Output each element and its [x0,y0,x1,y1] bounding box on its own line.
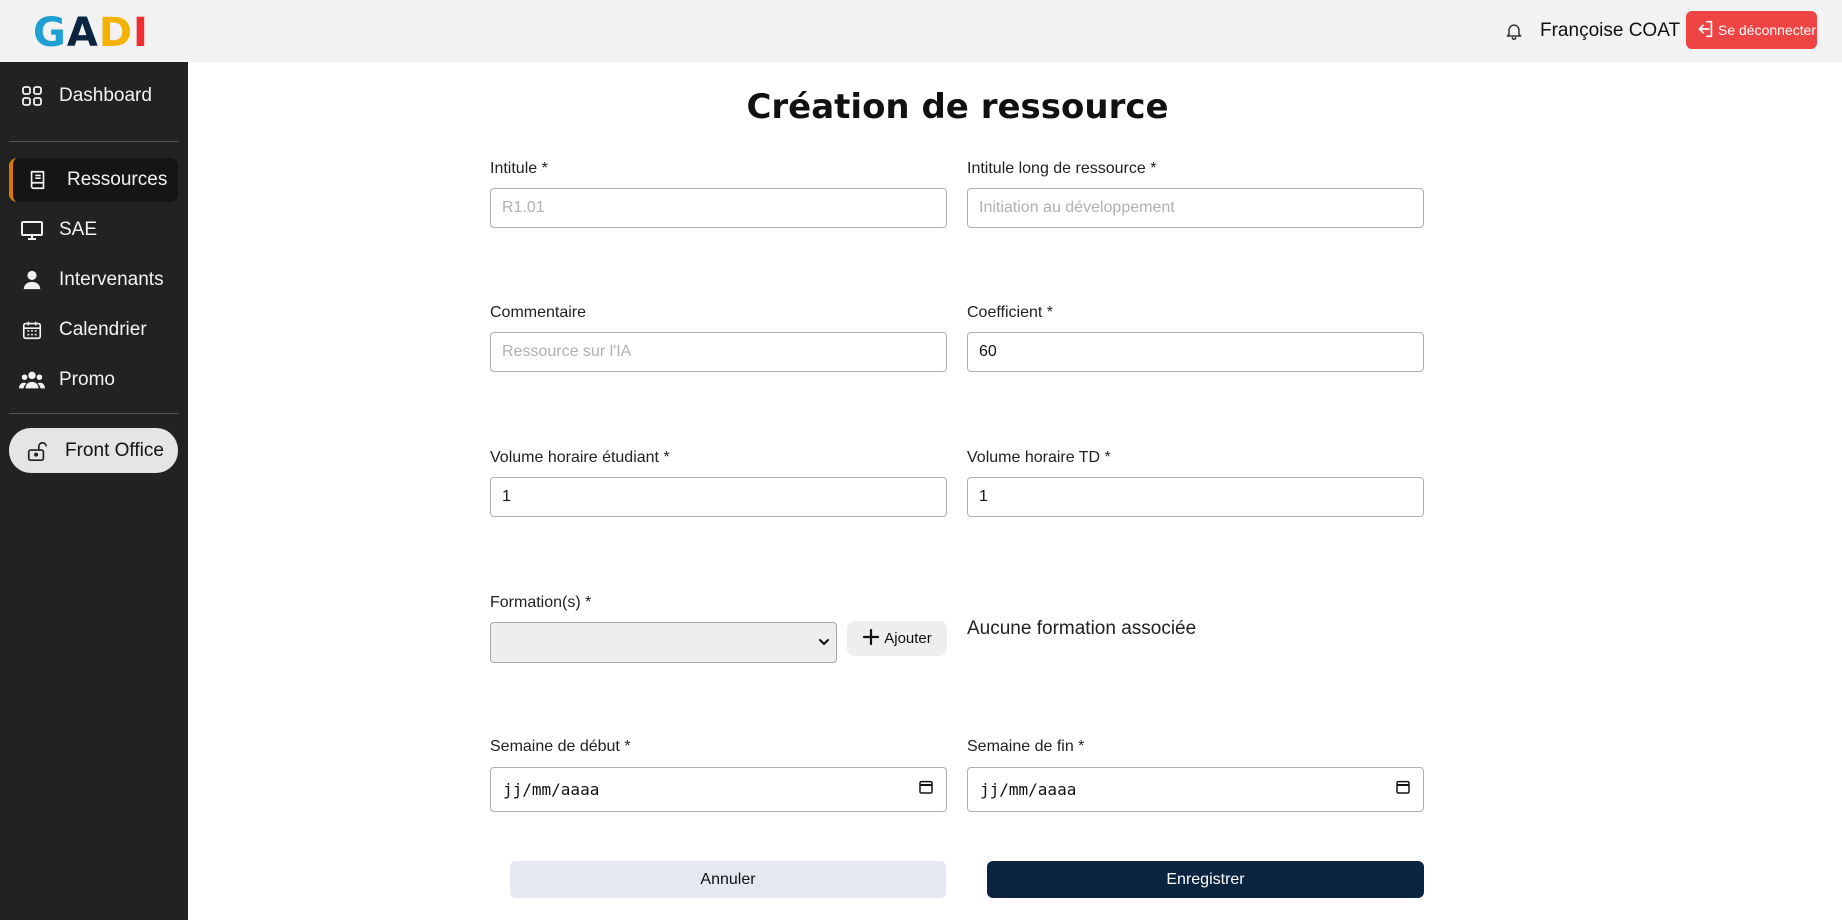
save-button[interactable]: Enregistrer [987,861,1424,898]
book-icon [23,165,53,195]
coefficient-input[interactable] [967,332,1424,372]
bell-icon[interactable] [1498,16,1530,46]
sidebar-item-intervenants[interactable]: Intervenants [0,258,188,302]
date-placeholder: jj/mm/aaaa [980,780,1077,799]
calendar-icon[interactable] [1395,779,1411,800]
date-placeholder: jj/mm/aaaa [503,780,600,799]
sidebar-item-label: Dashboard [59,85,152,106]
user-name: Françoise COAT [1540,20,1681,41]
sidebar-item-label: Promo [59,369,115,390]
sidebar: Dashboard Ressources SAE Intervenants Ca… [0,62,188,920]
unlock-icon [23,437,51,465]
add-formation-button[interactable]: Ajouter [847,621,947,656]
intitule-input[interactable] [490,188,947,228]
sidebar-item-ressources[interactable]: Ressources [9,158,178,202]
volume-etudiant-input[interactable] [490,477,947,517]
page-title: Création de ressource [746,87,1169,127]
users-group-icon [17,365,47,395]
logo-letter: G [33,10,67,56]
logout-icon [1694,18,1718,43]
calendar-icon [17,315,47,345]
semaine-fin-label: Semaine de fin * [967,738,1085,755]
add-formation-label: Ajouter [884,630,932,647]
volume-td-label: Volume horaire TD * [967,449,1111,466]
front-office-button[interactable]: Front Office [9,428,178,473]
app-logo[interactable]: GADI [33,10,149,56]
volume-td-input[interactable] [967,477,1424,517]
sidebar-item-label: Ressources [67,169,168,190]
sidebar-divider [9,141,179,142]
logo-letter: I [133,10,149,56]
semaine-debut-input[interactable]: jj/mm/aaaa [490,767,947,812]
commentaire-label: Commentaire [490,304,587,321]
sidebar-divider [9,413,179,414]
sidebar-item-sae[interactable]: SAE [0,208,188,252]
coefficient-label: Coefficient * [967,304,1053,321]
semaine-debut-label: Semaine de début * [490,738,631,755]
commentaire-input[interactable] [490,332,947,372]
calendar-icon[interactable] [918,779,934,800]
logo-letter: D [98,10,134,56]
no-formation-text: Aucune formation associée [967,618,1197,639]
semaine-fin-input[interactable]: jj/mm/aaaa [967,767,1424,812]
cancel-button[interactable]: Annuler [510,861,946,898]
intitule-long-input[interactable] [967,188,1424,228]
chevron-down-icon [818,634,830,652]
formations-label: Formation(s) * [490,594,592,611]
logout-button[interactable]: Se déconnecter [1686,11,1817,49]
plus-icon [862,628,880,649]
sidebar-item-promo[interactable]: Promo [0,358,188,402]
user-icon [17,265,47,295]
sidebar-item-label: Calendrier [59,319,147,340]
sidebar-item-calendrier[interactable]: Calendrier [0,308,188,352]
intitule-label: Intitule * [490,160,548,177]
formation-select[interactable] [490,622,837,663]
volume-etudiant-label: Volume horaire étudiant * [490,449,670,466]
intitule-long-label: Intitule long de ressource * [967,160,1157,177]
top-bar: GADI Françoise COAT Se déconnecter [0,0,1842,62]
monitor-icon [17,215,47,245]
sidebar-item-label: Intervenants [59,269,164,290]
front-office-label: Front Office [65,439,164,461]
sidebar-item-dashboard[interactable]: Dashboard [0,74,188,118]
logo-letter: A [66,10,99,56]
sidebar-item-label: SAE [59,219,98,240]
logout-label: Se déconnecter [1718,22,1817,38]
dashboard-grid-icon [17,81,47,111]
